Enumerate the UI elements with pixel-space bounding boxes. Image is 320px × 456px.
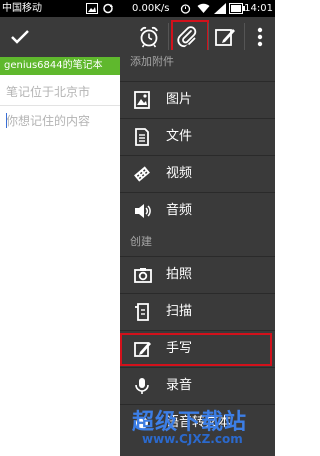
notebook-name: genius6844的笔记本 [4,60,103,71]
menu-item-label: 图片 [166,92,193,107]
menu-item-label: 录音 [166,378,193,393]
attach-section-header: 添加附件 [130,55,174,68]
carrier-name: 中国移动 [2,3,42,14]
menu-item-label: 视频 [166,166,193,181]
video-icon [134,165,150,183]
camera-icon [134,266,152,284]
file-icon [134,128,150,146]
menu-item-record[interactable]: 录音 [120,367,275,404]
more-vertical-icon [257,27,263,47]
menu-item-label: 拍照 [166,267,193,282]
menu-item-image[interactable]: 图片 [120,81,275,118]
menu-item-label: 音频 [166,203,193,218]
site-watermark: 超级下载站 www.CJXZ.com [130,404,275,456]
audio-icon [134,202,151,220]
toolbar-divider [168,23,169,51]
microphone-icon [134,377,150,395]
menu-item-camera[interactable]: 拍照 [120,256,275,293]
scan-icon [134,303,150,321]
watermark-url: www.CJXZ.com [142,432,243,446]
checkmark-icon [11,30,29,44]
menu-item-label: 文件 [166,129,193,144]
menu-item-scan[interactable]: 扫描 [120,293,275,330]
done-button[interactable] [4,17,36,57]
edit-format-icon [215,29,235,46]
status-bar: 中国移动 0.00K/s 14:01 [0,0,275,17]
image-icon [134,91,150,109]
alarm-clock-icon [140,26,158,48]
note-content-field[interactable]: 你想记住的内容 [6,112,90,129]
note-location[interactable]: 笔记位于北京市 [6,83,90,100]
clock: 14:01 [244,3,273,14]
handwriting-highlight-box [120,333,272,366]
menu-item-label: 扫描 [166,304,193,319]
text-cursor [6,113,7,128]
create-section-header: 创建 [130,235,152,248]
menu-item-file[interactable]: 文件 [120,118,275,155]
toolbar-divider [244,23,245,51]
menu-item-video[interactable]: 视频 [120,155,275,192]
editor-divider [0,105,120,106]
menu-item-audio[interactable]: 音频 [120,192,275,229]
attachment-menu: 添加附件 图片 文件 视频 音频 创建 拍照 扫描 手写 录音 语音转文本 [120,44,275,456]
network-speed: 0.00K/s [132,3,170,14]
